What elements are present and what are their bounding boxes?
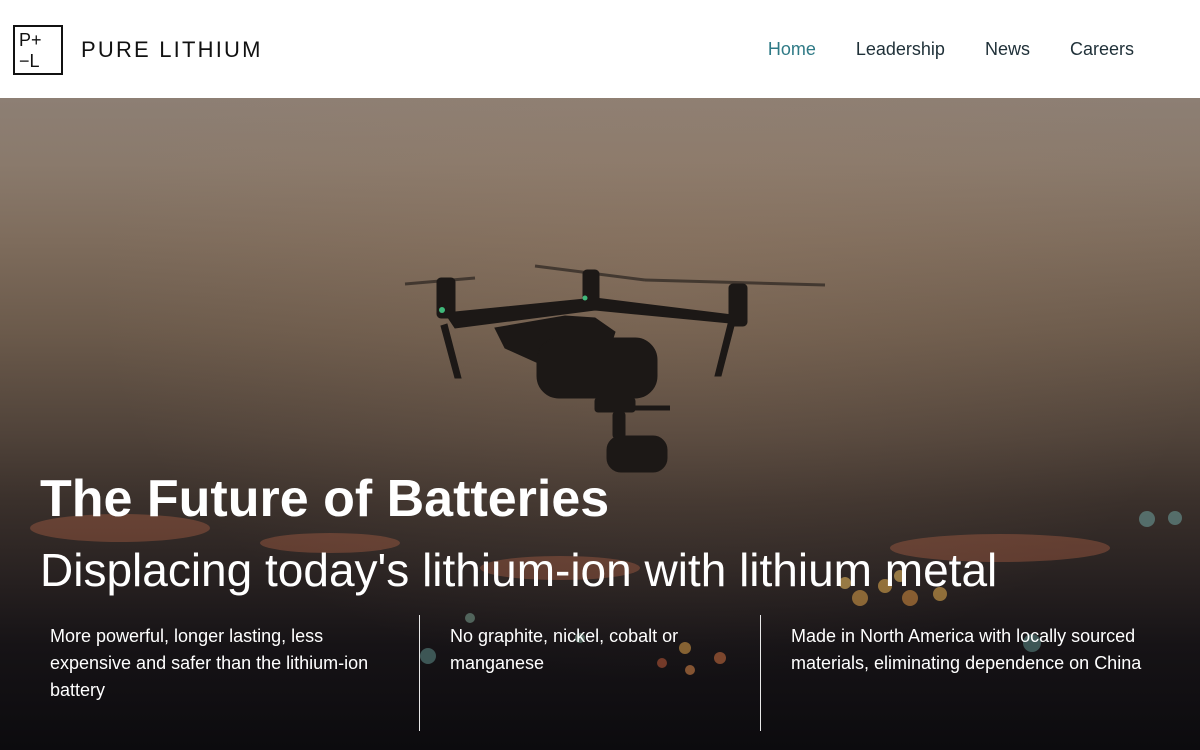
feature-item-sourcing: Made in North America with locally sourc…	[791, 626, 1142, 673]
logo-link[interactable]: P+ −L PURE LITHIUM	[13, 25, 263, 75]
hero-subtitle: Displacing today's lithium-ion with lith…	[40, 544, 998, 596]
nav-link-news[interactable]: News	[985, 38, 1030, 60]
nav-link-home[interactable]: Home	[768, 38, 816, 60]
feature-divider	[419, 615, 420, 731]
hero-section: The Future of Batteries Displacing today…	[0, 98, 1200, 750]
logo-wordmark: PURE LITHIUM	[81, 37, 263, 62]
feature-divider	[760, 615, 761, 731]
drone-silhouette	[404, 264, 826, 473]
logo-mark-icon: P+ −L	[13, 25, 63, 75]
feature-item-performance: More powerful, longer lasting, less expe…	[50, 626, 369, 700]
feature-list: More powerful, longer lasting, less expe…	[0, 615, 1200, 731]
main-nav: Home Leadership News Careers	[768, 38, 1134, 60]
feature-item-materials: No graphite, nickel, cobalt or manganese	[450, 626, 679, 673]
logo-mark-bottom: −L	[19, 51, 40, 71]
site-header: P+ −L PURE LITHIUM Home Leadership News …	[0, 0, 1200, 98]
nav-link-careers[interactable]: Careers	[1070, 38, 1134, 60]
logo-mark-top: P+	[19, 30, 42, 50]
hero-title: The Future of Batteries	[40, 470, 610, 528]
nav-link-leadership[interactable]: Leadership	[856, 38, 945, 60]
